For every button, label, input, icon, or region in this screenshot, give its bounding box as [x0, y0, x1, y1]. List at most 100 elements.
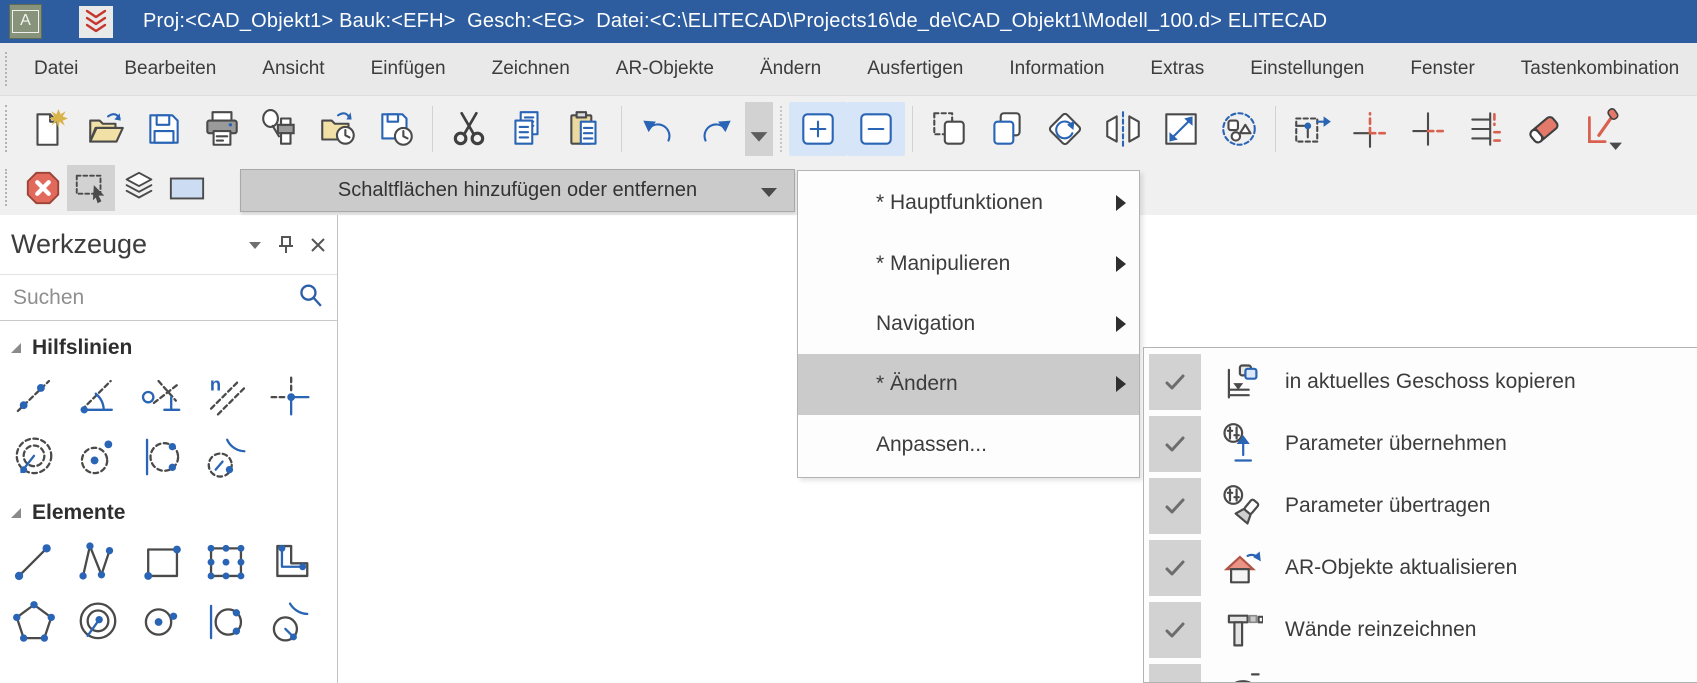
- popup-item-manipulieren[interactable]: * Manipulieren: [798, 233, 1139, 293]
- search-icon[interactable]: [296, 281, 324, 314]
- el-rect-pts-tool-button[interactable]: [198, 534, 254, 588]
- menu-tastenkombination[interactable]: Tastenkombination: [1498, 58, 1697, 80]
- toolbar-grip[interactable]: [5, 169, 11, 206]
- duplicate-button[interactable]: [978, 102, 1036, 156]
- menu-einstellungen[interactable]: Einstellungen: [1227, 58, 1387, 80]
- rotate-button[interactable]: [1036, 102, 1094, 156]
- checkbox[interactable]: [1149, 602, 1201, 658]
- menu-zeichnen[interactable]: Zeichnen: [469, 58, 593, 80]
- copy-icon: [506, 108, 548, 150]
- menu-ar-objekte[interactable]: AR-Objekte: [593, 58, 737, 80]
- overflow-button[interactable]: [745, 101, 773, 156]
- panel-dropdown-button[interactable]: [247, 239, 263, 251]
- modify-button[interactable]: [1573, 102, 1631, 156]
- el-contour-tool-button[interactable]: [262, 534, 318, 588]
- paste-button[interactable]: [556, 102, 614, 156]
- zoom-out-button[interactable]: [847, 101, 905, 156]
- save-history-button[interactable]: [367, 102, 425, 156]
- toolbar-grip[interactable]: [5, 105, 11, 152]
- trim-corner-button[interactable]: [1341, 102, 1399, 156]
- move-copy-button[interactable]: [920, 102, 978, 156]
- menu-information[interactable]: Information: [986, 58, 1127, 80]
- add-remove-buttons-dropdown[interactable]: Schaltflächen hinzufügen oder entfernen: [240, 169, 795, 212]
- el-circle-line-icon: [203, 599, 249, 645]
- menu-ausfertigen[interactable]: Ausfertigen: [844, 58, 986, 80]
- el-rect-tool-button[interactable]: [134, 534, 190, 588]
- ar-group-button[interactable]: [1210, 102, 1268, 156]
- panel-pin-button[interactable]: [277, 235, 295, 255]
- select-marquee-button[interactable]: [67, 164, 115, 211]
- hl-circle-arc-tool-button[interactable]: [198, 430, 254, 484]
- el-arc-tool-button[interactable]: [262, 595, 318, 649]
- redo-button[interactable]: [687, 102, 745, 156]
- select-marquee-icon: [72, 169, 110, 207]
- el-circle-line-tool-button[interactable]: [198, 595, 254, 649]
- el-line-tool-button[interactable]: [6, 534, 62, 588]
- copy-button[interactable]: [498, 102, 556, 156]
- tool-row: [0, 425, 337, 486]
- submenu-row-in-aktuelles-geschoss-kopieren[interactable]: in aktuelles Geschoss kopieren: [1149, 354, 1697, 410]
- popup-item-anpassen[interactable]: Anpassen...: [798, 415, 1139, 475]
- el-polyline-tool-button[interactable]: [70, 534, 126, 588]
- hl-perp-tool-button[interactable]: [134, 369, 190, 423]
- pin-icon: [279, 235, 293, 253]
- scale-button[interactable]: [1152, 102, 1210, 156]
- panel-close-button[interactable]: [309, 236, 327, 254]
- popup-item-ändern[interactable]: * Ändern: [798, 354, 1139, 415]
- trim-multi-button[interactable]: [1457, 102, 1515, 156]
- checkbox[interactable]: [1149, 416, 1201, 472]
- hl-parallel-tool-button[interactable]: n: [198, 369, 254, 423]
- eraser-button[interactable]: [1515, 102, 1573, 156]
- popup-item-hauptfunktionen[interactable]: * Hauptfunktionen: [798, 173, 1139, 233]
- popup-item-navigation[interactable]: Navigation: [798, 294, 1139, 354]
- submenu-row[interactable]: [1149, 664, 1697, 682]
- el-circle-pt-tool-button[interactable]: [134, 595, 190, 649]
- mirror-button[interactable]: [1094, 102, 1152, 156]
- hl-circle-center-tool-button[interactable]: [70, 430, 126, 484]
- menu-extras[interactable]: Extras: [1127, 58, 1227, 80]
- app-icon: A: [9, 4, 42, 39]
- folder-open-button[interactable]: [77, 102, 135, 156]
- toolbar-separator: [432, 105, 433, 152]
- cut-button[interactable]: [440, 102, 498, 156]
- checkbox[interactable]: [1149, 354, 1201, 410]
- section-header-hilfslinien[interactable]: Hilfslinien: [0, 321, 337, 364]
- elitecad-window: A Proj:<CAD_Objekt1> Bauk:<EFH> Gesch:<E…: [0, 0, 1697, 683]
- save-button[interactable]: [135, 102, 193, 156]
- stretch-button[interactable]: [1283, 102, 1341, 156]
- checkbox[interactable]: [1149, 540, 1201, 596]
- menu-einfügen[interactable]: Einfügen: [348, 58, 469, 80]
- checkbox[interactable]: [1149, 478, 1201, 534]
- undo-button[interactable]: [629, 102, 687, 156]
- submenu-row-ar-objekte-aktualisieren[interactable]: AR-Objekte aktualisieren: [1149, 540, 1697, 596]
- menu-ändern[interactable]: Ändern: [737, 58, 844, 80]
- search-input[interactable]: Suchen: [0, 274, 337, 321]
- file-new-button[interactable]: [19, 102, 77, 156]
- hl-circles-tool-button[interactable]: [6, 430, 62, 484]
- blue-rect-button[interactable]: [163, 165, 211, 211]
- section-header-elemente[interactable]: Elemente: [0, 486, 337, 529]
- cancel-button[interactable]: [19, 165, 67, 211]
- check-icon: [1165, 374, 1185, 390]
- el-polygon-tool-button[interactable]: [6, 595, 62, 649]
- el-circles-tool-button[interactable]: [70, 595, 126, 649]
- hl-line-tool-button[interactable]: [6, 369, 62, 423]
- submenu-item-label: Parameter übernehmen: [1285, 432, 1507, 455]
- checkbox[interactable]: [1149, 664, 1201, 682]
- print-button[interactable]: [193, 102, 251, 156]
- trim-cross-button[interactable]: [1399, 102, 1457, 156]
- print-preview-button[interactable]: [251, 102, 309, 156]
- submenu-row-parameter-übertragen[interactable]: Parameter übertragen: [1149, 478, 1697, 534]
- zoom-in-button[interactable]: [789, 101, 847, 156]
- folder-history-button[interactable]: [309, 102, 367, 156]
- layers-button[interactable]: [115, 165, 163, 211]
- menu-fenster[interactable]: Fenster: [1387, 58, 1497, 80]
- submenu-row-wände-reinzeichnen[interactable]: Wände reinzeichnen: [1149, 602, 1697, 658]
- menu-datei[interactable]: Datei: [11, 58, 101, 80]
- submenu-row-parameter-übernehmen[interactable]: Parameter übernehmen: [1149, 416, 1697, 472]
- hl-cross-tool-button[interactable]: [262, 369, 318, 423]
- hl-circle-line-tool-button[interactable]: [134, 430, 190, 484]
- menu-bearbeiten[interactable]: Bearbeiten: [101, 58, 239, 80]
- menu-ansicht[interactable]: Ansicht: [239, 58, 347, 80]
- hl-angle-tool-button[interactable]: [70, 369, 126, 423]
